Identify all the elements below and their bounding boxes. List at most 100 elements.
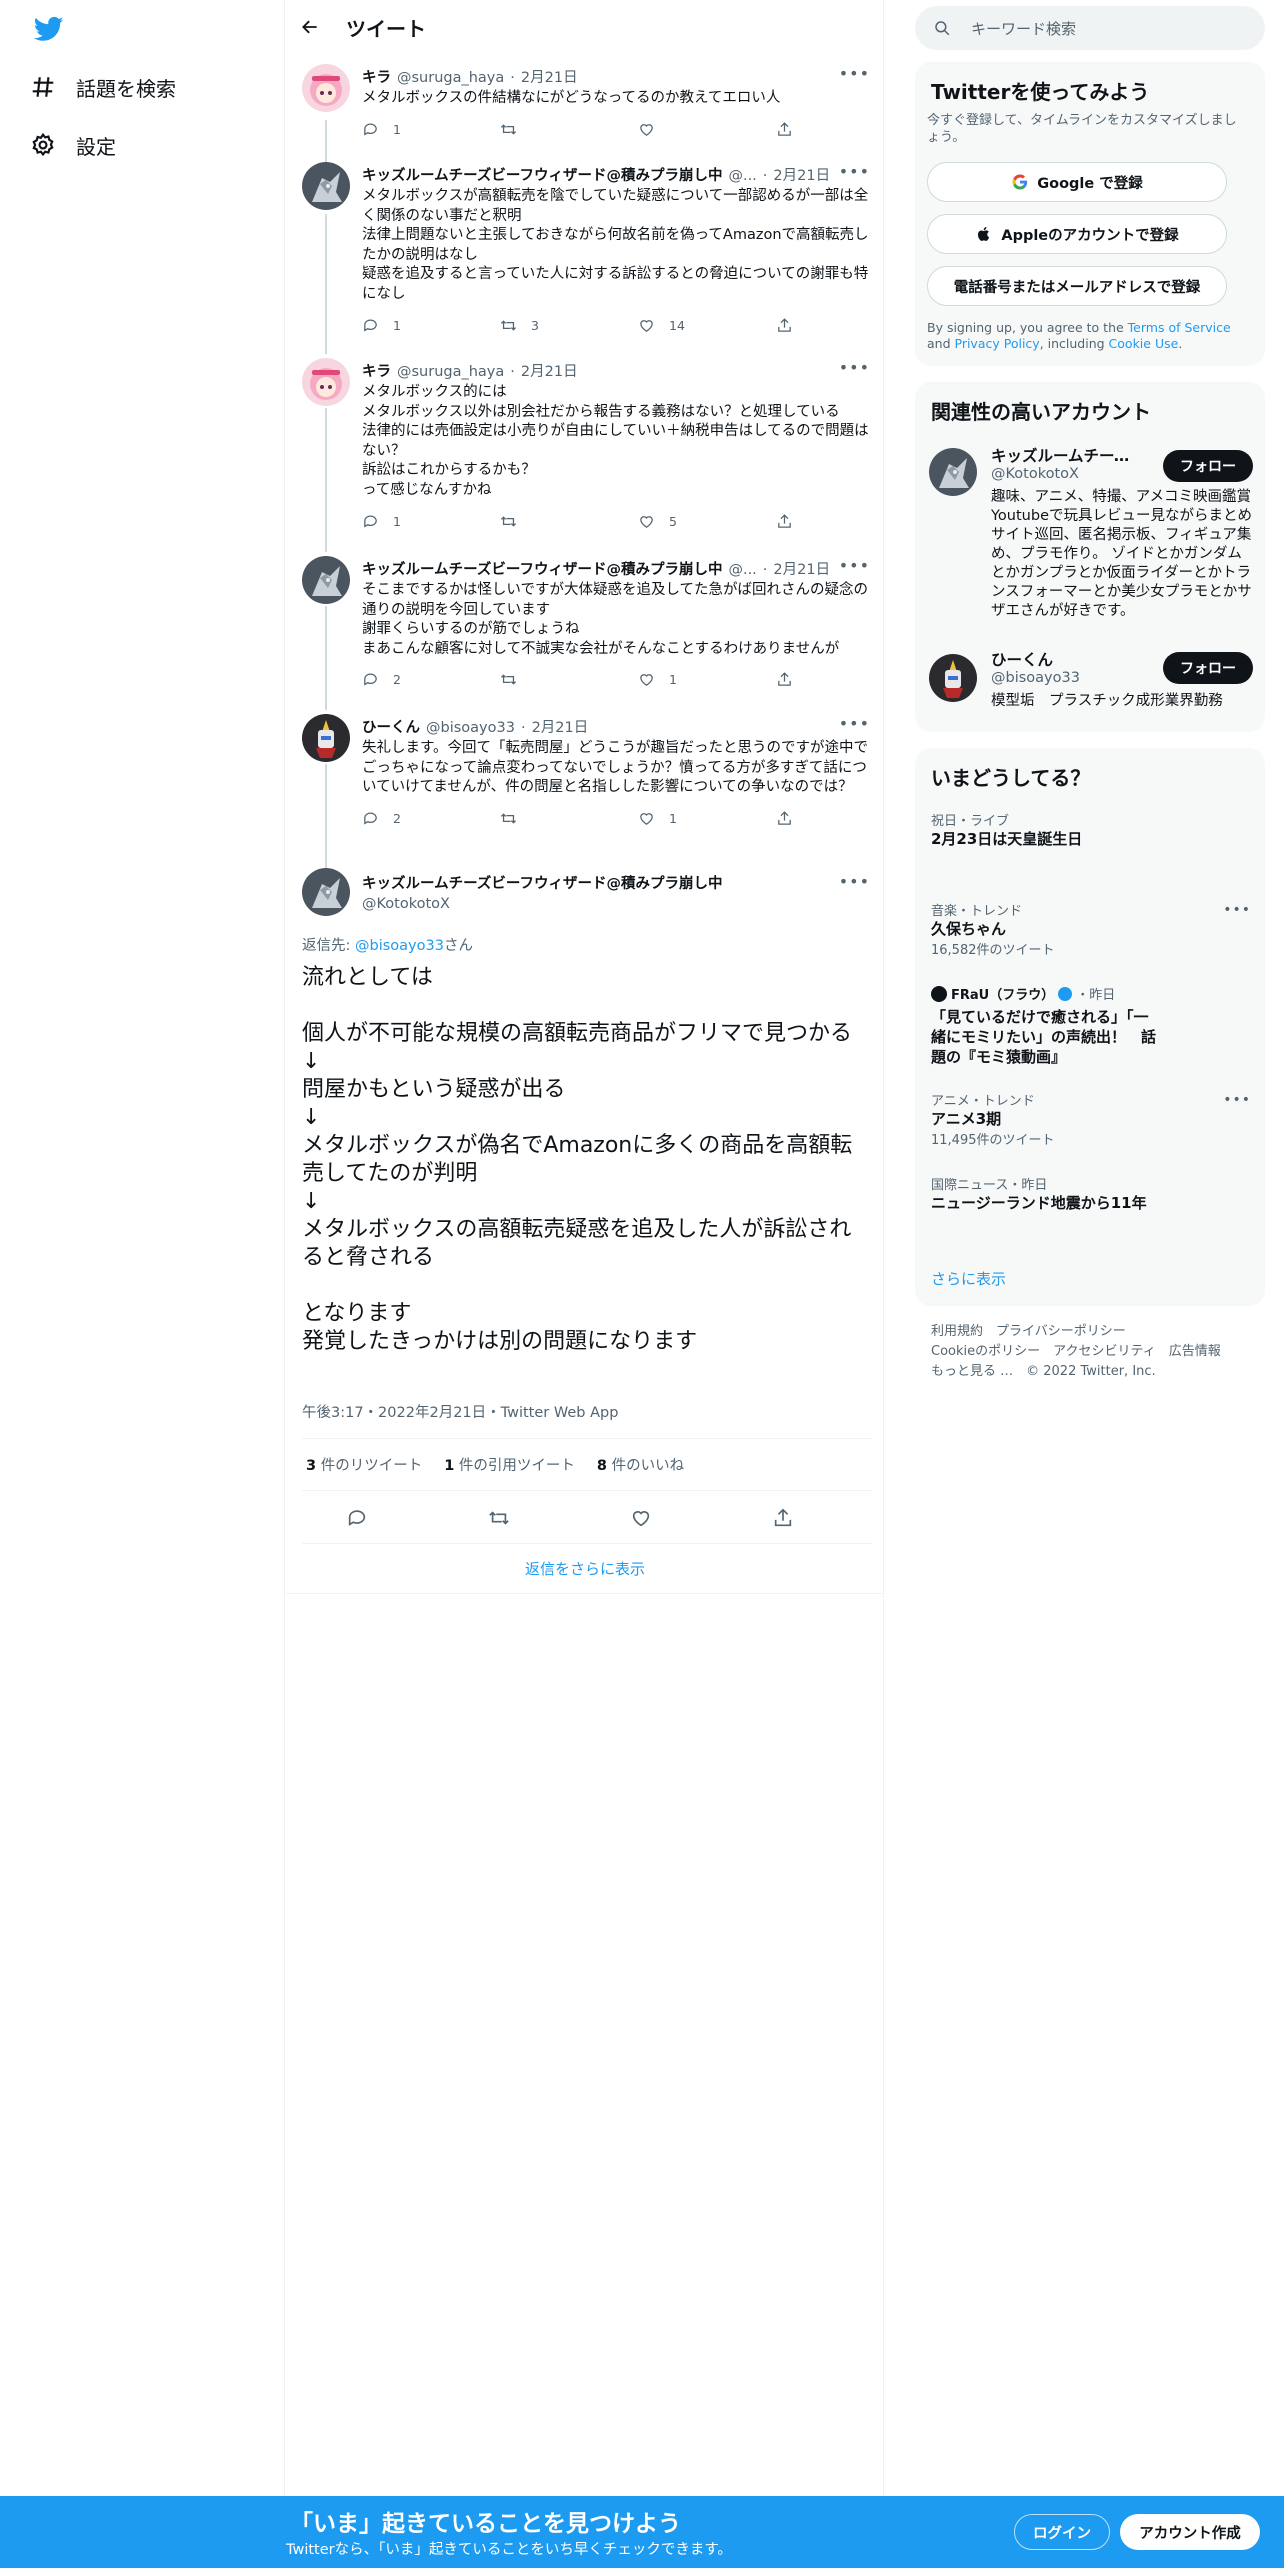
show-more-replies[interactable]: 返信をさらに表示 <box>286 1544 884 1594</box>
tweet-date[interactable]: 2月21日 <box>773 164 830 185</box>
footer-links[interactable]: 利用規約 プライバシーポリシー Cookieのポリシー アクセシビリティ 広告情… <box>931 1322 1251 1382</box>
more-icon[interactable]: ••• <box>839 714 870 733</box>
like-button[interactable]: 5 <box>638 513 677 530</box>
google-signup-button[interactable]: Google で登録 <box>927 162 1227 202</box>
retweet-button[interactable] <box>500 121 531 138</box>
retweet-button[interactable] <box>500 513 531 530</box>
phone-email-signup-button[interactable]: 電話番号またはメールアドレスで登録 <box>927 266 1227 306</box>
tweet-date[interactable]: 2月21日 <box>773 558 830 579</box>
search-input[interactable]: キーワード検索 <box>915 6 1265 50</box>
tweet[interactable]: ひーくん @bisoayo33 · 2月21日 失礼します。今回て「転売問屋」どうこう… <box>286 714 884 854</box>
share-button[interactable] <box>776 810 793 827</box>
follow-button[interactable]: フォロー <box>1163 652 1253 684</box>
tweet-date[interactable]: 2月21日 <box>521 360 578 381</box>
author-handle[interactable]: @suruga_haya <box>397 70 504 86</box>
like-button[interactable]: 1 <box>638 671 677 688</box>
avatar[interactable] <box>929 448 977 496</box>
share-icon[interactable] <box>772 1507 794 1529</box>
reply-button[interactable]: 2 <box>362 810 401 827</box>
retweet-button[interactable] <box>500 671 531 688</box>
twitter-logo-icon[interactable] <box>32 14 66 44</box>
reply-icon[interactable] <box>346 1507 368 1529</box>
author-name[interactable]: キッズルームチーズビーフウィザード@積みプラ崩し中 <box>362 872 722 893</box>
share-button[interactable] <box>776 121 793 138</box>
tweet-date[interactable]: 2月21日 <box>532 716 589 737</box>
more-icon[interactable]: ••• <box>1223 1092 1251 1108</box>
like-button[interactable] <box>638 121 669 138</box>
reply-button[interactable]: 1 <box>362 513 401 530</box>
author-name[interactable]: キッズルームチーズビーフウィザード@積みプラ崩し中 <box>362 558 722 579</box>
avatar[interactable] <box>302 556 350 604</box>
more-icon[interactable]: ••• <box>839 358 870 377</box>
retweets-stat[interactable]: 3 件のリツイート <box>306 1454 422 1475</box>
trends-title: いまどうしてる？ <box>931 766 1091 790</box>
more-icon[interactable]: ••• <box>1223 902 1251 918</box>
author-name[interactable]: ひーくん <box>362 716 420 737</box>
like-count: 1 <box>669 672 677 688</box>
avatar[interactable] <box>302 358 350 406</box>
author-name[interactable]: キラ <box>362 66 391 87</box>
tweet-timestamp[interactable]: 午後3:17・2022年2月21日・Twitter Web App <box>302 1401 618 1422</box>
more-icon[interactable]: ••• <box>839 556 870 575</box>
tweet[interactable]: キッズルームチーズビーフウィザード@積みプラ崩し中 @... · 2月21日 そこまで… <box>286 556 884 696</box>
trend-item[interactable]: アニメ・トレンド アニメ3期 11,495件のツイート <box>931 1090 1251 1148</box>
trend-item[interactable]: 祝日・ライブ 2月23日は天皇誕生日 <box>931 810 1251 849</box>
share-button[interactable] <box>776 671 793 688</box>
tweet-date[interactable]: 2月21日 <box>521 66 578 87</box>
retweet-icon[interactable] <box>488 1507 510 1529</box>
cookie-link[interactable]: Cookie Use <box>1109 336 1179 351</box>
avatar[interactable] <box>302 162 350 210</box>
account-name[interactable]: キッズルームチーズ… <box>991 444 1141 466</box>
apple-signup-button[interactable]: Appleのアカウントで登録 <box>927 214 1227 254</box>
trend-item[interactable]: 国際ニュース・昨日 ニュージーランド地震から11年 <box>931 1174 1251 1213</box>
likes-stat[interactable]: 8 件のいいね <box>597 1454 684 1475</box>
author-handle[interactable]: @KotokotoX <box>362 896 722 912</box>
tweet[interactable]: キッズルームチーズビーフウィザード@積みプラ崩し中 @... · 2月21日 メタルボ… <box>286 162 884 342</box>
more-icon[interactable]: ••• <box>839 162 870 181</box>
more-icon[interactable]: ••• <box>839 872 870 891</box>
author-handle[interactable]: @... <box>728 562 756 578</box>
robot-avatar-icon <box>929 448 977 496</box>
author-name[interactable]: キラ <box>362 360 391 381</box>
terms-link[interactable]: Terms of Service <box>1128 320 1231 335</box>
back-arrow-icon[interactable] <box>300 17 320 37</box>
author-handle[interactable]: @suruga_haya <box>397 364 504 380</box>
nav-settings[interactable]: 設定 <box>30 125 116 165</box>
reply-button[interactable]: 1 <box>362 121 401 138</box>
retweet-icon <box>500 123 517 135</box>
avatar[interactable] <box>302 714 350 762</box>
signup-button[interactable]: アカウント作成 <box>1120 2514 1260 2550</box>
trend-item[interactable]: FRaU（フラウ） ・昨日 「見ているだけで癒される」「一緒にモミリたい」の声続… <box>931 984 1161 1067</box>
retweet-button[interactable] <box>500 810 531 827</box>
author-name[interactable]: キッズルームチーズビーフウィザード@積みプラ崩し中 <box>362 164 722 185</box>
share-button[interactable] <box>776 513 793 530</box>
account-row[interactable]: ひーくん @bisoayo33 フォロー 模型垢 プラスチック成形業界勤務 <box>915 651 1265 728</box>
author-handle[interactable]: @... <box>728 168 756 184</box>
account-handle[interactable]: @bisoayo33 <box>991 670 1141 686</box>
author-handle[interactable]: @bisoayo33 <box>426 720 515 736</box>
more-icon[interactable]: ••• <box>839 64 870 83</box>
avatar[interactable] <box>302 64 350 112</box>
quotes-stat[interactable]: 1 件の引用ツイート <box>444 1454 575 1475</box>
follow-button[interactable]: フォロー <box>1163 450 1253 482</box>
share-button[interactable] <box>776 317 793 334</box>
tweet[interactable]: キラ @suruga_haya · 2月21日 メタルボックス的には メタルボックス以… <box>286 358 884 538</box>
tweet[interactable]: キラ @suruga_haya · 2月21日 メタルボックスの件結構なにがどうなって… <box>286 64 884 152</box>
heart-icon[interactable] <box>630 1507 652 1529</box>
avatar[interactable] <box>929 654 977 702</box>
avatar[interactable] <box>302 868 350 916</box>
account-row[interactable]: キッズルームチーズ… @KotokotoX フォロー 趣味、アニメ、特撮、アメコ… <box>915 442 1265 622</box>
account-handle[interactable]: @KotokotoX <box>991 466 1141 482</box>
reply-button[interactable]: 1 <box>362 317 401 334</box>
like-button[interactable]: 1 <box>638 810 677 827</box>
trend-item[interactable]: 音楽・トレンド 久保ちゃん 16,582件のツイート <box>931 900 1251 958</box>
reply-to-link[interactable]: @bisoayo33 <box>355 938 444 954</box>
retweet-button[interactable]: 3 <box>500 317 539 334</box>
nav-explore[interactable]: 話題を検索 <box>30 67 176 107</box>
privacy-link[interactable]: Privacy Policy <box>955 336 1040 351</box>
login-button[interactable]: ログイン <box>1014 2514 1110 2550</box>
reply-button[interactable]: 2 <box>362 671 401 688</box>
account-name[interactable]: ひーくん <box>991 648 1141 670</box>
show-more-trends[interactable]: さらに表示 <box>931 1268 1006 1289</box>
like-button[interactable]: 14 <box>638 317 685 334</box>
